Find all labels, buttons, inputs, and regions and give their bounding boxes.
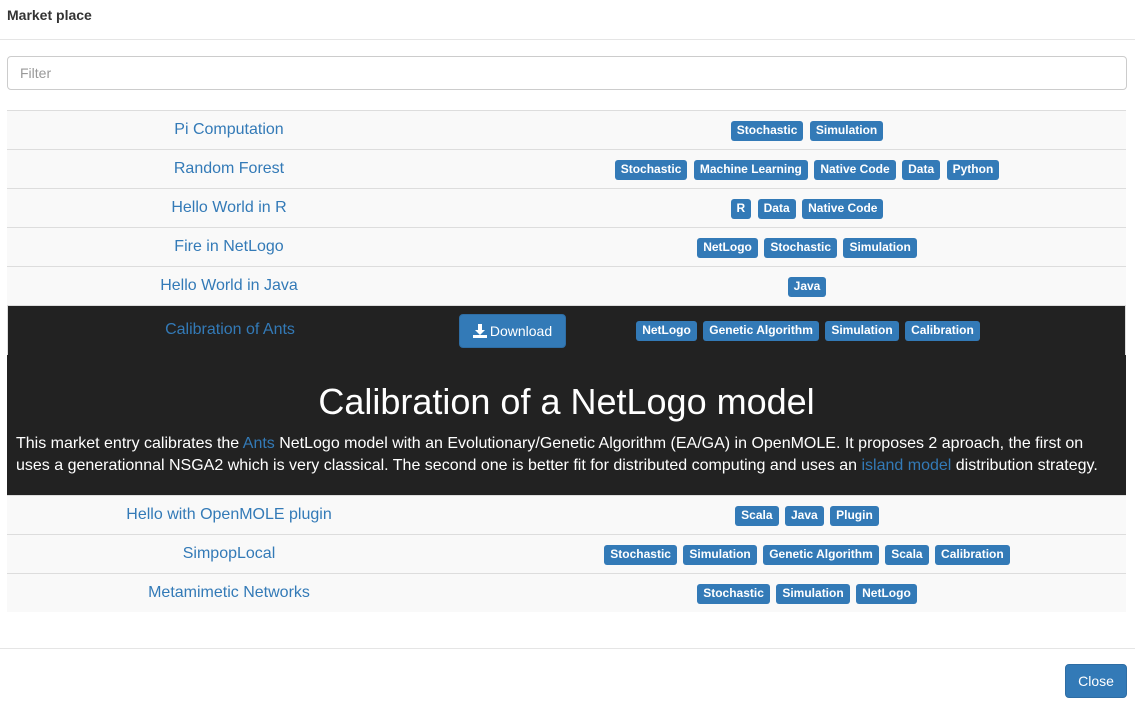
island-model-link[interactable]: island model [862,457,952,474]
entry-name[interactable]: SimpopLocal [7,545,451,563]
description-text: This market entry calibrates the [16,435,243,452]
tag-badge: Plugin [830,506,879,526]
tag-badge: Native Code [802,199,884,219]
tag-badge: Machine Learning [693,160,808,180]
entry-row[interactable]: Hello World in Java Java [7,266,1126,305]
entry-name[interactable]: Fire in NetLogo [7,238,451,256]
download-button[interactable]: Download [459,314,566,348]
entry-tags: R Data Native Code [557,199,1057,219]
tag-badge: Data [757,199,796,219]
download-label: Download [489,323,553,339]
tag-badge: NetLogo [636,321,697,341]
entry-row[interactable]: Metamimetic Networks Stochastic Simulatio… [7,573,1126,612]
entry-row[interactable]: Random Forest Stochastic Machine Learning… [7,149,1126,188]
filter-input[interactable] [7,56,1127,90]
entry-tags: Stochastic Simulation NetLogo [557,584,1057,604]
tag-badge: Stochastic [764,238,837,258]
entry-tags: Java [557,277,1057,297]
tag-badge: NetLogo [697,238,758,258]
tag-badge: Simulation [776,584,850,604]
modal-title: Market place [7,7,92,23]
entry-name[interactable]: Hello World in R [7,199,451,217]
ants-link[interactable]: Ants [243,435,275,452]
description-text: distribution strategy. [951,457,1098,474]
marketplace-list: Pi Computation Stochastic Simulation Rand… [7,110,1126,612]
tag-badge: Calibration [935,545,1010,565]
tag-badge: Stochastic [730,121,804,141]
entry-tags: Stochastic Machine Learning Native Code … [557,160,1057,180]
tag-badge: Simulation [683,545,757,565]
tag-badge: Native Code [814,160,896,180]
download-icon [472,324,487,338]
entry-name[interactable]: Calibration of Ants [8,321,452,339]
modal-header: Market place [0,0,1135,40]
entry-name[interactable]: Metamimetic Networks [7,584,451,602]
entry-row[interactable]: SimpopLocal Stochastic Simulation Genetic… [7,534,1126,573]
entry-tags: NetLogo Stochastic Simulation [557,238,1057,258]
tag-badge: Simulation [843,238,917,258]
tag-badge: Stochastic [614,160,688,180]
tag-badge: Stochastic [604,545,677,565]
tag-badge: Scala [885,545,929,565]
entry-tags: Stochastic Simulation [557,121,1057,141]
entry-row[interactable]: Pi Computation Stochastic Simulation [7,110,1126,149]
entry-name[interactable]: Pi Computation [7,121,451,139]
tag-badge: Calibration [905,321,980,341]
modal-footer-divider [0,648,1135,649]
tag-badge: Simulation [809,121,884,141]
entry-row[interactable]: Fire in NetLogo NetLogo Stochastic Simula… [7,227,1126,266]
tag-badge: Data [902,160,941,180]
tag-badge: NetLogo [856,584,917,604]
selected-entry-row[interactable]: Calibration of Ants Download NetLogo Gen… [7,305,1126,355]
entry-name[interactable]: Hello World in Java [7,277,451,295]
entry-detail-description: This market entry calibrates the Ants Ne… [16,433,1116,477]
entry-name[interactable]: Random Forest [7,160,451,178]
entry-detail-heading: Calibration of a NetLogo model [318,381,815,422]
entry-tags: Scala Java Plugin [557,506,1057,526]
tag-badge: Java [784,506,824,526]
tag-badge: Python [946,160,1000,180]
entry-tags: NetLogo Genetic Algorithm Simulation Cal… [558,321,1058,341]
tag-badge: Simulation [825,321,899,341]
entry-row[interactable]: Hello with OpenMOLE plugin Scala Java Plu… [7,495,1126,534]
entry-row[interactable]: Hello World in R R Data Native Code [7,188,1126,227]
entry-tags: Stochastic Simulation Genetic Algorithm … [557,545,1057,565]
close-button[interactable]: Close [1065,664,1127,698]
tag-badge: Java [787,277,827,297]
tag-badge: Genetic Algorithm [703,321,819,341]
tag-badge: Scala [735,506,779,526]
entry-name[interactable]: Hello with OpenMOLE plugin [7,506,451,524]
entry-detail-panel: Calibration of a NetLogo model This mark… [7,355,1126,495]
tag-badge: Genetic Algorithm [763,545,879,565]
tag-badge: R [730,199,752,219]
tag-badge: Stochastic [697,584,770,604]
